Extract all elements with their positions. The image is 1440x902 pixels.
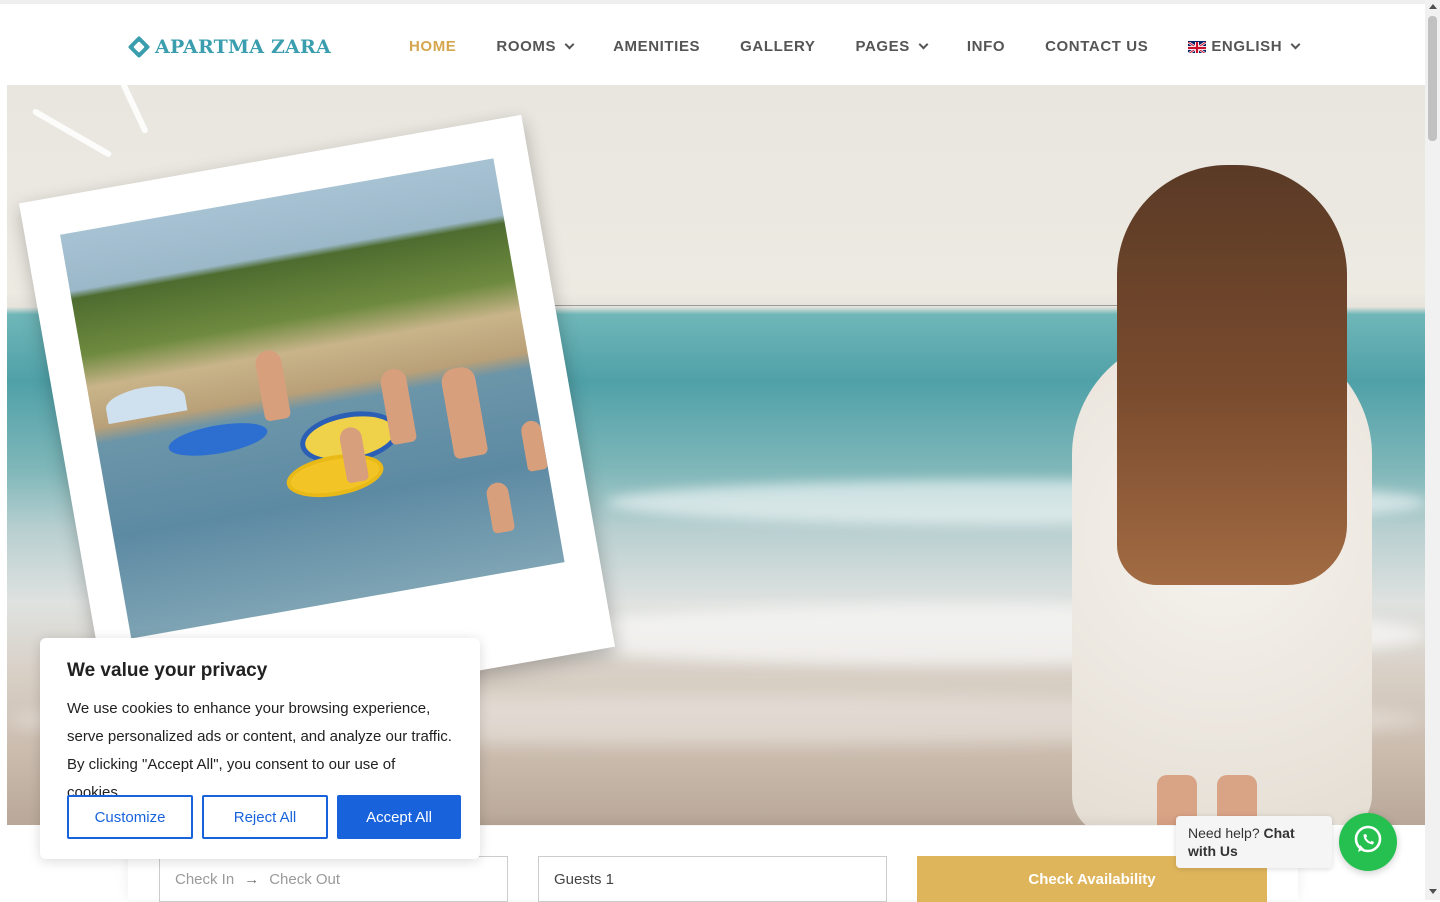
beach-person [484, 480, 516, 534]
beach-family-photo [60, 158, 565, 639]
decorative-streak [31, 107, 113, 159]
chat-help-bubble[interactable]: Need help? Chat with Us [1176, 816, 1332, 868]
cookie-buttons: Customize Reject All Accept All [67, 795, 470, 839]
chevron-down-icon [564, 39, 575, 50]
nav-item-rooms[interactable]: ROOMS [496, 38, 575, 55]
nav-label: INFO [966, 38, 1006, 55]
accept-all-button[interactable]: Accept All [337, 795, 461, 839]
chat-help-text: Need help? [1188, 825, 1260, 841]
main-nav: HOME ROOMS AMENITIES GALLERY PAGES INFO … [409, 38, 1301, 55]
check-out-placeholder: Check Out [269, 870, 341, 888]
inflatable-ring [283, 447, 387, 504]
check-availability-label: Check Availability [1028, 870, 1156, 888]
nav-item-pages[interactable]: PAGES [855, 38, 929, 55]
logo-text: APARTMA ZARA [155, 36, 331, 58]
date-range-field[interactable]: Check In → Check Out [159, 856, 508, 902]
guests-field[interactable]: Guests 1 [538, 856, 887, 902]
reject-all-button[interactable]: Reject All [202, 795, 328, 839]
cookie-consent-panel: We value your privacy We use cookies to … [40, 638, 480, 859]
nav-item-home[interactable]: HOME [409, 38, 456, 55]
nav-label: GALLERY [740, 38, 816, 55]
chevron-down-icon [918, 39, 929, 50]
page-scrollbar[interactable] [1425, 0, 1440, 900]
uk-flag-icon [1188, 40, 1207, 53]
nav-item-gallery[interactable]: GALLERY [740, 38, 815, 55]
logo-diamond-icon [127, 35, 151, 59]
nav-item-contact-us[interactable]: CONTACT US [1045, 38, 1148, 55]
nav-label: ROOMS [496, 38, 557, 55]
scrollbar-thumb[interactable] [1428, 16, 1437, 141]
nav-label: ENGLISH [1211, 38, 1283, 55]
scroll-down-arrow[interactable] [1429, 889, 1437, 894]
site-logo[interactable]: APARTMA ZARA [127, 35, 331, 59]
cookie-text: We use cookies to enhance your browsing … [67, 700, 452, 801]
horizon-line [487, 305, 1187, 306]
chevron-down-icon [1290, 39, 1301, 50]
site-header: APARTMA ZARA HOME ROOMS AMENITIES GALLER… [0, 0, 1425, 85]
beach-umbrella [103, 380, 188, 425]
arrow-right-icon: → [244, 870, 260, 888]
cookie-title: We value your privacy [67, 660, 268, 681]
guests-label: Guests 1 [554, 870, 615, 888]
decorative-streak [120, 85, 149, 135]
inflatable-float [166, 416, 270, 462]
nav-label: PAGES [855, 38, 910, 55]
woman-hair [1117, 165, 1347, 585]
beach-person [439, 365, 489, 460]
nav-label: HOME [409, 38, 457, 55]
language-switcher[interactable]: ENGLISH [1188, 38, 1301, 55]
nav-item-info[interactable]: INFO [967, 38, 1005, 55]
customize-button[interactable]: Customize [67, 795, 193, 839]
nav-label: CONTACT US [1045, 38, 1149, 55]
scroll-up-arrow[interactable] [1429, 4, 1437, 9]
beach-person [253, 348, 292, 422]
nav-label: AMENITIES [613, 38, 701, 55]
check-in-placeholder: Check In [175, 870, 235, 888]
beach-person [519, 419, 549, 473]
nav-item-amenities[interactable]: AMENITIES [613, 38, 700, 55]
whatsapp-icon [1351, 823, 1385, 862]
whatsapp-chat-button[interactable] [1339, 813, 1397, 871]
